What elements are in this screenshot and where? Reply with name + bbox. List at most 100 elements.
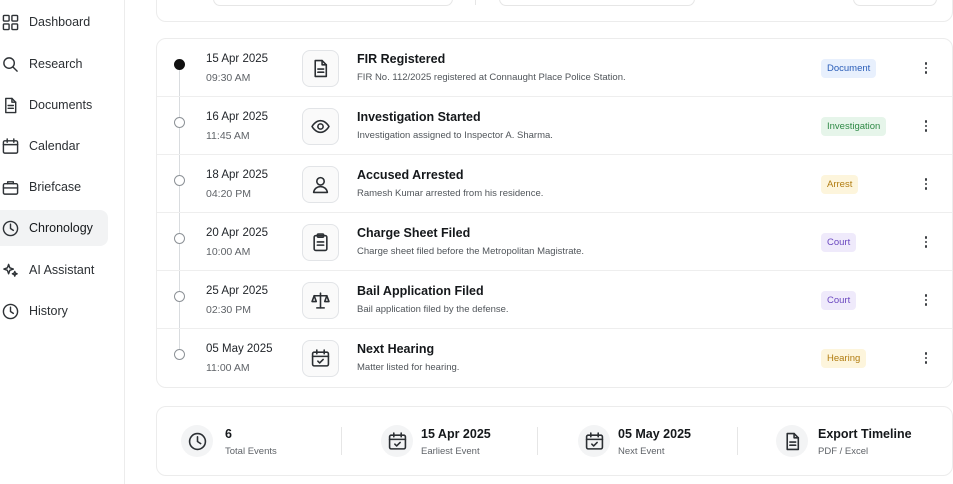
event-description: Bail application filed by the defense.: [357, 304, 509, 315]
sidebar-item-label: Chronology: [29, 221, 93, 235]
stat-value: Export Timeline: [818, 427, 912, 441]
stat-next-event: 05 May 2025 Next Event: [578, 407, 738, 475]
event-description: FIR No. 112/2025 registered at Connaught…: [357, 72, 626, 83]
stat-earliest-event: 15 Apr 2025 Earliest Event: [381, 407, 541, 475]
timeline-event[interactable]: 25 Apr 2025 02:30 PM Bail Application Fi…: [157, 271, 952, 329]
divider: [737, 427, 738, 455]
sidebar-item-label: Documents: [29, 98, 93, 112]
more-options-icon[interactable]: [919, 116, 933, 136]
stat-value: 6: [225, 427, 232, 441]
event-description: Matter listed for hearing.: [357, 362, 460, 373]
grid-icon: [1, 13, 19, 31]
document-icon: [776, 425, 808, 457]
divider: [341, 427, 342, 455]
timeline-event[interactable]: 20 Apr 2025 10:00 AM Charge Sheet Filed …: [157, 213, 952, 271]
filter-bar: [156, 0, 953, 22]
calendar-check-icon: [302, 340, 339, 377]
event-date: 20 Apr 2025: [206, 227, 269, 239]
stat-label: Earliest Event: [421, 446, 480, 457]
event-title: FIR Registered: [357, 52, 446, 66]
category-badge: Arrest: [821, 175, 859, 194]
event-time: 10:00 AM: [206, 246, 251, 258]
timeline-event[interactable]: 16 Apr 2025 11:45 AM Investigation Start…: [157, 97, 952, 155]
timeline-dot: [174, 59, 185, 70]
event-title: Accused Arrested: [357, 168, 464, 182]
clock-icon: [181, 425, 213, 457]
timeline-dot: [174, 117, 185, 128]
summary-card: 6 Total Events 15 Apr 2025 Earliest Even…: [156, 406, 953, 476]
timeline-dot: [174, 175, 185, 186]
timeline-event[interactable]: 18 Apr 2025 04:20 PM Accused Arrested Ra…: [157, 155, 952, 213]
sidebar-item-label: Calendar: [29, 139, 80, 153]
event-time: 11:45 AM: [206, 130, 250, 142]
sidebar-item-calendar[interactable]: Calendar: [0, 128, 108, 164]
sidebar-item-label: History: [29, 304, 68, 318]
more-options-icon[interactable]: [919, 232, 933, 252]
scale-icon: [302, 282, 339, 319]
category-badge: Document: [821, 59, 877, 78]
category-badge: Court: [821, 291, 857, 310]
category-badge: Investigation: [821, 117, 887, 136]
category-badge: Hearing: [821, 349, 867, 368]
sidebar-item-label: AI Assistant: [29, 263, 95, 277]
event-date: 05 May 2025: [206, 343, 273, 355]
event-time: 02:30 PM: [206, 304, 251, 316]
sidebar-item-dashboard[interactable]: Dashboard: [0, 4, 108, 40]
sidebar-item-label: Research: [29, 57, 83, 71]
sidebar-item-research[interactable]: Research: [0, 46, 108, 82]
more-options-icon[interactable]: [919, 290, 933, 310]
sidebar-item-chronology[interactable]: Chronology: [0, 210, 108, 246]
event-title: Next Hearing: [357, 342, 435, 356]
stat-total-events: 6 Total Events: [181, 407, 331, 475]
export-timeline-button[interactable]: Export Timeline PDF / Excel: [776, 407, 936, 475]
event-time: 11:00 AM: [206, 362, 250, 374]
eye-icon: [302, 108, 339, 145]
stat-label: Total Events: [225, 446, 277, 457]
document-icon: [302, 50, 339, 87]
timeline-event[interactable]: 15 Apr 2025 09:30 AM FIR Registered FIR …: [157, 39, 952, 97]
stat-label: Next Event: [618, 446, 665, 457]
sidebar-item-label: Briefcase: [29, 180, 82, 194]
more-options-icon[interactable]: [919, 174, 933, 194]
timeline-event[interactable]: 05 May 2025 11:00 AM Next Hearing Matter…: [157, 329, 952, 387]
sidebar-item-history[interactable]: History: [0, 293, 108, 329]
sparkles-icon: [1, 261, 19, 279]
category-badge: Court: [821, 233, 857, 252]
user-icon: [302, 166, 339, 203]
timeline-card: 15 Apr 2025 09:30 AM FIR Registered FIR …: [156, 38, 953, 388]
event-date: 16 Apr 2025: [206, 111, 269, 123]
more-options-icon[interactable]: [919, 348, 933, 368]
document-icon: [1, 96, 19, 114]
event-title: Charge Sheet Filed: [357, 226, 471, 240]
more-options-icon[interactable]: [919, 58, 933, 78]
history-icon: [1, 302, 19, 320]
stat-value: 15 Apr 2025: [421, 427, 491, 441]
calendar-check-icon: [381, 425, 413, 457]
event-title: Investigation Started: [357, 110, 481, 124]
clock-icon: [1, 219, 19, 237]
calendar-check-icon: [578, 425, 610, 457]
sidebar-item-ai-assistant[interactable]: AI Assistant: [0, 252, 108, 288]
sidebar-item-briefcase[interactable]: Briefcase: [0, 169, 108, 205]
timeline-dot: [174, 233, 185, 244]
filter-field[interactable]: [499, 0, 695, 6]
timeline-dot: [174, 291, 185, 302]
event-description: Investigation assigned to Inspector A. S…: [357, 130, 553, 141]
filter-button[interactable]: [853, 0, 937, 6]
stat-value: 05 May 2025: [618, 427, 691, 441]
stat-label: PDF / Excel: [818, 446, 869, 457]
event-time: 09:30 AM: [206, 72, 251, 84]
clipboard-icon: [302, 224, 339, 261]
divider: [475, 0, 476, 5]
event-date: 18 Apr 2025: [206, 169, 269, 181]
timeline-dot: [174, 349, 185, 360]
sidebar-item-documents[interactable]: Documents: [0, 87, 108, 123]
event-title: Bail Application Filed: [357, 284, 484, 298]
filter-field[interactable]: [213, 0, 453, 6]
divider: [537, 427, 538, 455]
event-description: Ramesh Kumar arrested from his residence…: [357, 188, 544, 199]
event-date: 15 Apr 2025: [206, 53, 269, 65]
search-icon: [1, 55, 19, 73]
event-description: Charge sheet filed before the Metropolit…: [357, 246, 585, 257]
calendar-icon: [1, 137, 19, 155]
